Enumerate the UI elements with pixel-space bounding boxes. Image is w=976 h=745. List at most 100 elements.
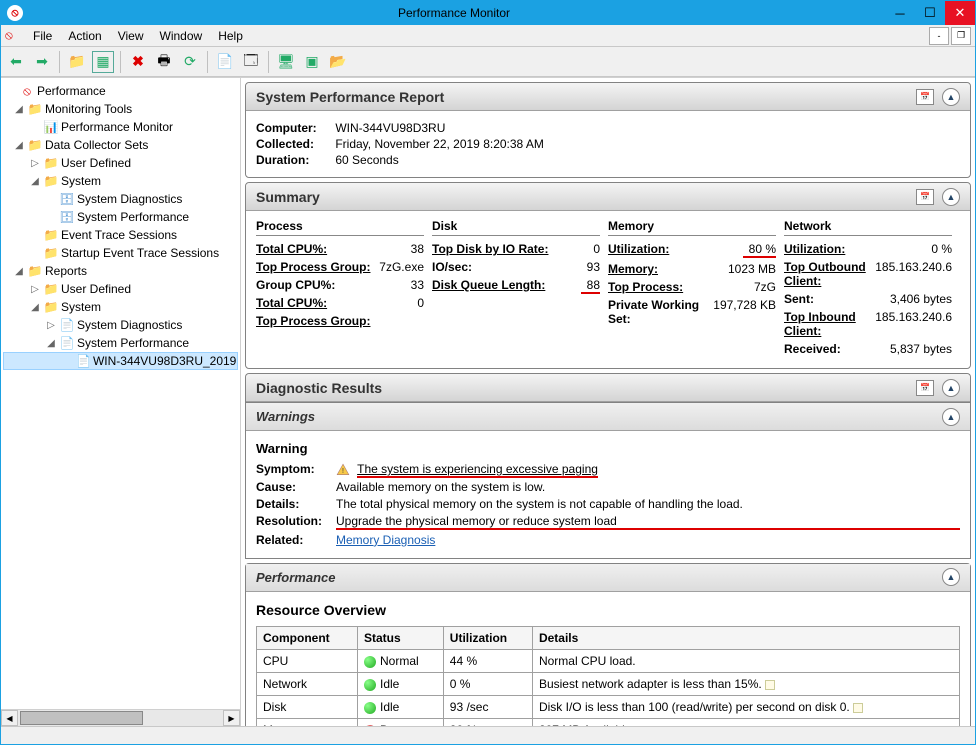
col-details: Details [532, 626, 959, 649]
warning-title: Warning [256, 441, 960, 456]
statusbar [1, 726, 975, 744]
toolbar: ⬅ ➡ 📁 ▦ ✖ 🖶 ⟳ 📄 🗔 🖥 ▣ 📂 [1, 47, 975, 77]
properties-icon[interactable]: 📄 [214, 51, 236, 73]
report-title: System Performance Report [256, 89, 444, 105]
tree-root[interactable]: ⦸Performance [3, 82, 238, 100]
print-icon[interactable]: 🖶 [153, 51, 175, 73]
tree-dcs[interactable]: ◢📁Data Collector Sets [3, 136, 238, 154]
stop-icon[interactable]: ▣ [301, 51, 323, 73]
collapse-button[interactable]: ▲ [942, 88, 960, 106]
collapse-button[interactable]: ▲ [942, 379, 960, 397]
resolution-text: Upgrade the physical memory or reduce sy… [336, 514, 960, 530]
tree-system-perf-2[interactable]: ◢📄System Performance [3, 334, 238, 352]
warning-body: Warning Symptom: ! The system is experie… [246, 431, 970, 558]
data-icon[interactable]: 🖥 [275, 51, 297, 73]
collapse-button[interactable]: ▲ [942, 408, 960, 426]
view-pane-icon[interactable]: ▦ [92, 51, 114, 73]
calendar-icon: 📅 [916, 380, 934, 396]
table-row: NetworkIdle0 %Busiest network adapter is… [257, 672, 960, 695]
main-area: ⦸Performance ◢📁Monitoring Tools 📊Perform… [1, 77, 975, 726]
symptom-text: The system is experiencing excessive pag… [357, 462, 598, 478]
table-row: MemoryBusy80 %207 MB Available. [257, 718, 960, 726]
app-window: ⦸ Performance Monitor ─ ☐ ✕ ⦸ File Actio… [0, 0, 976, 745]
tree-selected-report[interactable]: 📄WIN-344VU98D3RU_2019 [3, 352, 238, 370]
warnings-title: Warnings [256, 409, 315, 424]
summary-disk: Disk Top Disk by IO Rate:0 IO/sec:93 Dis… [432, 219, 608, 360]
summary-header: Summary 📅 ▲ [246, 183, 970, 211]
tree-user-defined-1[interactable]: ▷📁User Defined [3, 154, 238, 172]
window-title: Performance Monitor [23, 6, 885, 20]
report-info-panel: System Performance Report 📅 ▲ Computer: … [245, 82, 971, 178]
summary-network: Network Utilization:0 % Top Outbound Cli… [784, 219, 960, 360]
open-folder-icon[interactable]: 📂 [327, 51, 349, 73]
summary-process: Process Total CPU%:38 Top Process Group:… [256, 219, 432, 360]
refresh-icon[interactable]: ⟳ [179, 51, 201, 73]
tree-performance-monitor[interactable]: 📊Performance Monitor [3, 118, 238, 136]
scroll-thumb[interactable] [20, 711, 143, 725]
tree-ets[interactable]: 📁Event Trace Sessions [3, 226, 238, 244]
back-icon[interactable]: ⬅ [5, 51, 27, 73]
tree-system-2[interactable]: ◢📁System [3, 298, 238, 316]
performance-group: Performance ▲ Resource Overview Componen… [245, 563, 971, 726]
col-component: Component [257, 626, 358, 649]
computer-value: WIN-344VU98D3RU [335, 121, 445, 135]
diagnostic-title: Diagnostic Results [256, 380, 382, 396]
monitor-icon[interactable]: 🗔 [240, 51, 262, 73]
scroll-left-icon[interactable]: ◀ [1, 710, 18, 726]
performance-title: Performance [256, 570, 335, 585]
status-dot-icon [364, 679, 376, 691]
svg-text:!: ! [342, 468, 344, 475]
details-text: The total physical memory on the system … [336, 497, 960, 511]
col-util: Utilization [443, 626, 532, 649]
menu-view[interactable]: View [110, 27, 152, 45]
diagnostic-panel: Diagnostic Results 📅 ▲ [245, 373, 971, 402]
report-header: System Performance Report 📅 ▲ [246, 83, 970, 111]
folder-up-icon[interactable]: 📁 [66, 51, 88, 73]
related-link[interactable]: Memory Diagnosis [336, 533, 435, 547]
tree-system-diag-1[interactable]: 🗄System Diagnostics [3, 190, 238, 208]
cause-text: Available memory on the system is low. [336, 480, 960, 494]
tree-system-1[interactable]: ◢📁System [3, 172, 238, 190]
calendar-icon: 📅 [916, 189, 934, 205]
sidebar-scrollbar[interactable]: ◀ ▶ [1, 709, 240, 726]
note-icon [853, 703, 863, 713]
collapse-button[interactable]: ▲ [942, 568, 960, 586]
collapse-button[interactable]: ▲ [942, 188, 960, 206]
resource-title: Resource Overview [256, 602, 960, 618]
tree-system-diag-2[interactable]: ▷📄System Diagnostics [3, 316, 238, 334]
warnings-group: Warnings ▲ Warning Symptom: ! The system… [245, 402, 971, 559]
summary-memory: Memory Utilization:80 % Memory:1023 MB T… [608, 219, 784, 360]
menu-file[interactable]: File [25, 27, 60, 45]
mdi-minimize-button[interactable]: - [929, 27, 949, 45]
maximize-button[interactable]: ☐ [915, 1, 945, 25]
resource-table: Component Status Utilization Details CPU… [256, 626, 960, 726]
resource-body: Resource Overview Component Status Utili… [246, 592, 970, 726]
forward-icon[interactable]: ➡ [31, 51, 53, 73]
menu-action[interactable]: Action [60, 27, 109, 45]
tree-monitoring-tools[interactable]: ◢📁Monitoring Tools [3, 100, 238, 118]
collected-value: Friday, November 22, 2019 8:20:38 AM [335, 137, 544, 151]
tree-pane: ⦸Performance ◢📁Monitoring Tools 📊Perform… [1, 78, 241, 726]
duration-value: 60 Seconds [335, 153, 398, 167]
table-row: CPUNormal44 %Normal CPU load. [257, 649, 960, 672]
delete-icon[interactable]: ✖ [127, 51, 149, 73]
tree-system-perf-1[interactable]: 🗄System Performance [3, 208, 238, 226]
summary-title: Summary [256, 189, 320, 205]
calendar-icon: 📅 [916, 89, 934, 105]
tree-reports[interactable]: ◢📁Reports [3, 262, 238, 280]
content-pane: System Performance Report 📅 ▲ Computer: … [241, 78, 975, 726]
close-button[interactable]: ✕ [945, 1, 975, 25]
mdi-restore-button[interactable]: ❐ [951, 27, 971, 45]
tree-user-defined-2[interactable]: ▷📁User Defined [3, 280, 238, 298]
scroll-right-icon[interactable]: ▶ [223, 710, 240, 726]
app-menu-icon: ⦸ [5, 28, 21, 44]
minimize-button[interactable]: ─ [885, 1, 915, 25]
warnings-header: Warnings ▲ [246, 403, 970, 431]
tree-sets[interactable]: 📁Startup Event Trace Sessions [3, 244, 238, 262]
menu-help[interactable]: Help [210, 27, 251, 45]
diagnostic-header: Diagnostic Results 📅 ▲ [246, 374, 970, 402]
menubar: ⦸ File Action View Window Help - ❐ [1, 25, 975, 47]
menu-window[interactable]: Window [152, 27, 211, 45]
col-status: Status [357, 626, 443, 649]
note-icon [765, 680, 775, 690]
